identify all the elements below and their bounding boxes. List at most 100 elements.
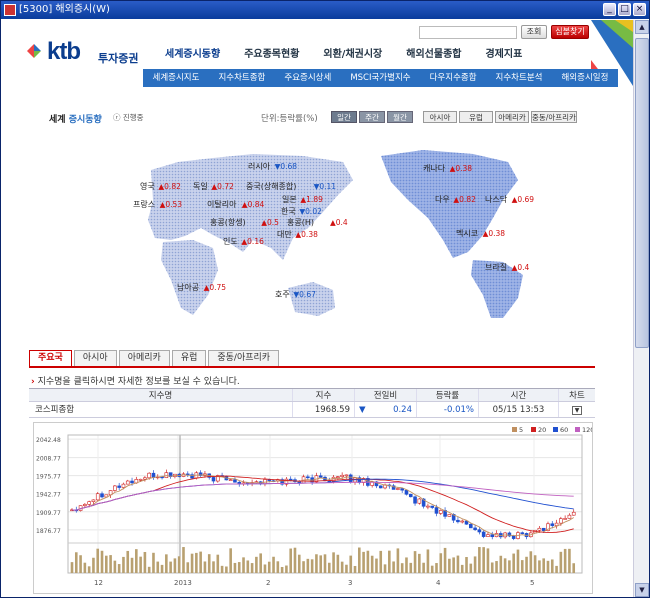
market-label-10[interactable]: 대만 ▲0.38 bbox=[277, 230, 318, 239]
x-tick-label: 2013 bbox=[174, 579, 192, 587]
volume-bar bbox=[490, 562, 494, 573]
subnav-chart-analysis[interactable]: 지수차트분석 bbox=[496, 69, 543, 87]
market-label-16[interactable]: 나스닥 ▲0.69 bbox=[485, 194, 534, 204]
row-chart-toggle[interactable]: ▼ bbox=[559, 402, 595, 417]
scroll-thumb[interactable] bbox=[635, 38, 649, 348]
close-button[interactable]: × bbox=[633, 3, 646, 16]
market-label-1[interactable]: 영국 ▲0.82 bbox=[140, 181, 181, 191]
header-time: 시간 bbox=[479, 389, 559, 401]
hint-text: › 지수명을 클릭하시면 자세한 정보를 보실 수 있습니다. bbox=[31, 377, 240, 387]
minimize-button[interactable]: _ bbox=[603, 3, 616, 16]
legend-label: 20 bbox=[538, 426, 546, 434]
tab-asia[interactable]: 아시아 bbox=[73, 350, 117, 366]
volume-bar bbox=[160, 564, 164, 573]
market-label-8[interactable]: 홍콩(항셍) ▲0.5 bbox=[210, 217, 279, 227]
volume-bar bbox=[306, 558, 310, 573]
volume-bar bbox=[503, 558, 507, 573]
tab-europe[interactable]: 유럽 bbox=[171, 350, 207, 366]
topnav-overseas-futures[interactable]: 해외선물종합 bbox=[394, 46, 473, 64]
topnav-fx-bond[interactable]: 외환/채권시장 bbox=[311, 46, 394, 64]
tab-major[interactable]: 주요국 bbox=[29, 350, 72, 366]
maximize-button[interactable]: □ bbox=[618, 3, 631, 16]
topnav-world-trend[interactable]: 세계증시동향 bbox=[153, 46, 232, 64]
period-monthly-button[interactable]: 월간 bbox=[387, 111, 413, 123]
index-chart[interactable]: 2042.48 2008.77 1975.77 1942.77 1909.77 1876.… bbox=[33, 422, 594, 594]
market-name: 대만 bbox=[277, 230, 292, 239]
topnav-economic-indicators[interactable]: 경제지표 bbox=[473, 46, 534, 64]
market-name: 일본 bbox=[282, 195, 297, 204]
topnav-major-stocks[interactable]: 주요종목현황 bbox=[232, 46, 311, 64]
subnav-world-map[interactable]: 세계증시지도 bbox=[153, 69, 200, 87]
candle bbox=[486, 534, 490, 537]
candle bbox=[378, 485, 383, 489]
symbol-find-button[interactable]: 심볼찾기 bbox=[551, 25, 589, 39]
volume-bar bbox=[250, 563, 254, 573]
volume-bar bbox=[233, 562, 237, 573]
volume-bar bbox=[495, 561, 498, 573]
volume-bar bbox=[242, 557, 245, 573]
candle bbox=[537, 527, 542, 531]
market-name: 브라질 bbox=[485, 263, 507, 272]
subnav-dow[interactable]: 다우지수종합 bbox=[430, 69, 477, 87]
market-label-13[interactable]: 호주 ▼0.67 bbox=[275, 290, 316, 299]
search-input[interactable] bbox=[419, 26, 517, 39]
legend-swatch bbox=[531, 427, 536, 432]
candle bbox=[228, 479, 233, 481]
x-tick-label: 5 bbox=[530, 579, 534, 587]
volume-bar bbox=[113, 560, 117, 573]
market-label-11[interactable]: 인도 ▲0.16 bbox=[223, 236, 264, 246]
volume-bar bbox=[345, 564, 348, 573]
market-name: 홍콩(항셍) bbox=[210, 217, 246, 227]
legend-swatch bbox=[512, 427, 517, 432]
tab-mideast[interactable]: 중동/아프리카 bbox=[208, 350, 280, 366]
candle bbox=[130, 480, 134, 484]
volume-bar bbox=[83, 562, 87, 573]
volume-bar bbox=[109, 555, 112, 573]
subnav-msci[interactable]: MSCI국가별지수 bbox=[350, 69, 410, 87]
volume-bar bbox=[147, 566, 151, 573]
table-row[interactable]: 코스피종합 1968.59 ▼ 0.24 -0.01% 05/15 13:53 ▼ bbox=[29, 402, 595, 418]
subnav-major-detail[interactable]: 주요증시상세 bbox=[284, 69, 331, 87]
region-asia-button[interactable]: 아시아 bbox=[423, 111, 457, 123]
y-tick-label: 1876.77 bbox=[36, 528, 61, 535]
chevron-right-icon: › bbox=[31, 377, 35, 387]
search-button[interactable]: 조회 bbox=[521, 25, 547, 39]
subnav-index-chart[interactable]: 지수차트종합 bbox=[218, 69, 265, 87]
logo-sub: 투자증권 bbox=[98, 53, 139, 65]
market-value: ▲0.4 bbox=[330, 218, 348, 227]
region-america-button[interactable]: 아메리카 bbox=[495, 111, 529, 123]
row-time: 05/15 13:53 bbox=[479, 402, 559, 417]
market-value: ▼0.67 bbox=[293, 290, 316, 299]
candle bbox=[554, 522, 559, 526]
vertical-scrollbar[interactable]: ▲ ▼ bbox=[633, 20, 649, 597]
market-label-3[interactable]: 중국(상해종합) ▼0.11 bbox=[246, 181, 336, 191]
market-label-5[interactable]: 이탈리아 ▲0.84 bbox=[207, 199, 264, 209]
title-bar: [5300] 해외증시(W) _ □ × bbox=[1, 1, 649, 19]
scroll-up-icon[interactable]: ▲ bbox=[635, 20, 649, 34]
candle bbox=[138, 478, 143, 481]
market-label-7[interactable]: 한국 ▼0.02 bbox=[281, 207, 322, 216]
tab-america[interactable]: 아메리카 bbox=[118, 350, 170, 366]
period-weekly-button[interactable]: 주간 bbox=[359, 111, 385, 123]
candle bbox=[520, 532, 525, 534]
market-label-6[interactable]: 일본 ▲1.89 bbox=[282, 195, 323, 204]
volume-bar bbox=[486, 548, 490, 573]
market-label-15[interactable]: 다우 ▲0.82 bbox=[435, 195, 476, 204]
subnav-schedule[interactable]: 해외증시일정 bbox=[561, 69, 608, 87]
candle bbox=[87, 501, 91, 505]
volume-bar bbox=[177, 556, 181, 573]
legend-label: 120 bbox=[582, 426, 592, 434]
market-label-9[interactable]: 홍콩(H) ▲0.4 bbox=[287, 217, 348, 227]
region-europe-button[interactable]: 유럽 bbox=[459, 111, 493, 123]
market-label-2[interactable]: 독일 ▲0.72 bbox=[193, 182, 234, 191]
market-name: 홍콩(H) bbox=[287, 217, 314, 227]
region-mideast-button[interactable]: 중동/아프리카 bbox=[531, 111, 577, 123]
y-tick-label: 2008.77 bbox=[36, 456, 61, 463]
scroll-down-icon[interactable]: ▼ bbox=[635, 583, 649, 597]
volume-bar bbox=[405, 557, 408, 573]
candle bbox=[288, 478, 293, 481]
volume-bar bbox=[220, 565, 224, 573]
candle bbox=[434, 507, 439, 514]
row-name[interactable]: 코스피종합 bbox=[29, 402, 293, 417]
period-daily-button[interactable]: 일간 bbox=[331, 111, 357, 123]
